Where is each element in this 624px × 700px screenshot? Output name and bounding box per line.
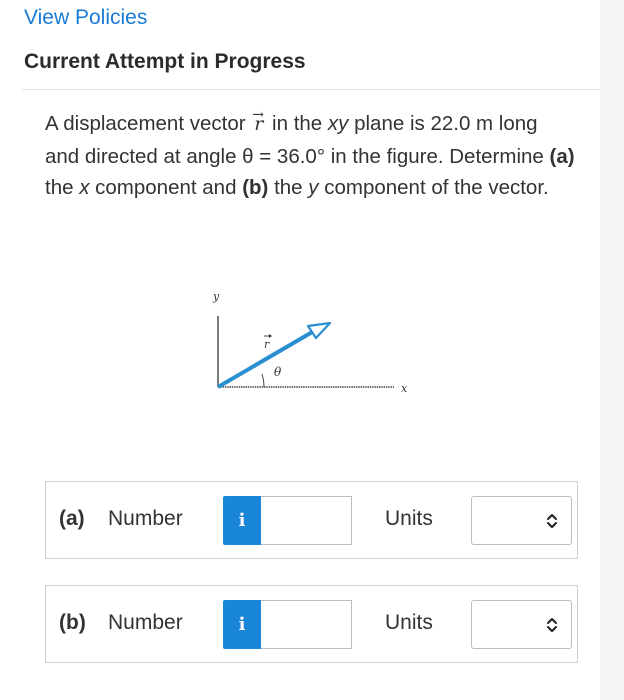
question-part5: component and: [89, 176, 243, 199]
units-label: Units: [385, 611, 433, 634]
question-part4: the: [45, 176, 80, 199]
chevron-updown-icon: [547, 514, 557, 528]
divider: [22, 89, 600, 90]
question-part1: A displacement vector: [45, 112, 252, 135]
x-var: x: [79, 176, 90, 199]
y-axis-label: y: [212, 290, 220, 303]
chevron-updown-icon: [547, 618, 557, 632]
question-part7: component of the vector.: [318, 176, 549, 199]
page: View Policies Current Attempt in Progres…: [0, 0, 600, 700]
vector-arrowhead-icon: [306, 321, 332, 340]
info-button[interactable]: i: [223, 496, 261, 545]
angle-arc: [261, 373, 265, 388]
info-icon: i: [238, 614, 246, 635]
y-var: y: [308, 176, 319, 199]
number-label: Number: [108, 507, 183, 530]
part-label: (a): [59, 507, 85, 530]
figure-vector-arrow-tip: [269, 334, 272, 338]
answer-row-b: (b) Number i Units: [45, 585, 578, 663]
info-icon: i: [238, 510, 246, 531]
x-axis-label: x: [401, 382, 408, 395]
answer-row-a: (a) Number i Units: [45, 481, 578, 559]
units-select-b[interactable]: [471, 600, 572, 649]
plane-var: xy: [327, 112, 349, 135]
part-label: (b): [59, 611, 86, 634]
vector-figure: y x θ r: [212, 290, 408, 395]
vector-arrow-icon: →: [252, 107, 264, 123]
angle-label: θ: [274, 365, 282, 379]
number-input-a[interactable]: [261, 496, 352, 545]
units-select-a[interactable]: [471, 496, 572, 545]
info-button[interactable]: i: [223, 600, 261, 649]
figure-vector-label: r: [264, 338, 270, 351]
vector-r: → r: [251, 107, 266, 141]
question-part6: the: [268, 176, 309, 199]
units-label: Units: [385, 507, 433, 530]
attempt-title: Current Attempt in Progress: [24, 50, 306, 73]
number-input-b[interactable]: [261, 600, 352, 649]
label-a: (a): [549, 144, 575, 168]
view-policies-link[interactable]: View Policies: [24, 6, 147, 30]
question-part2: in the: [266, 112, 328, 135]
question-text: A displacement vector → r in the xy plane…: [45, 107, 575, 204]
label-b: (b): [242, 176, 269, 199]
number-label: Number: [108, 611, 183, 634]
